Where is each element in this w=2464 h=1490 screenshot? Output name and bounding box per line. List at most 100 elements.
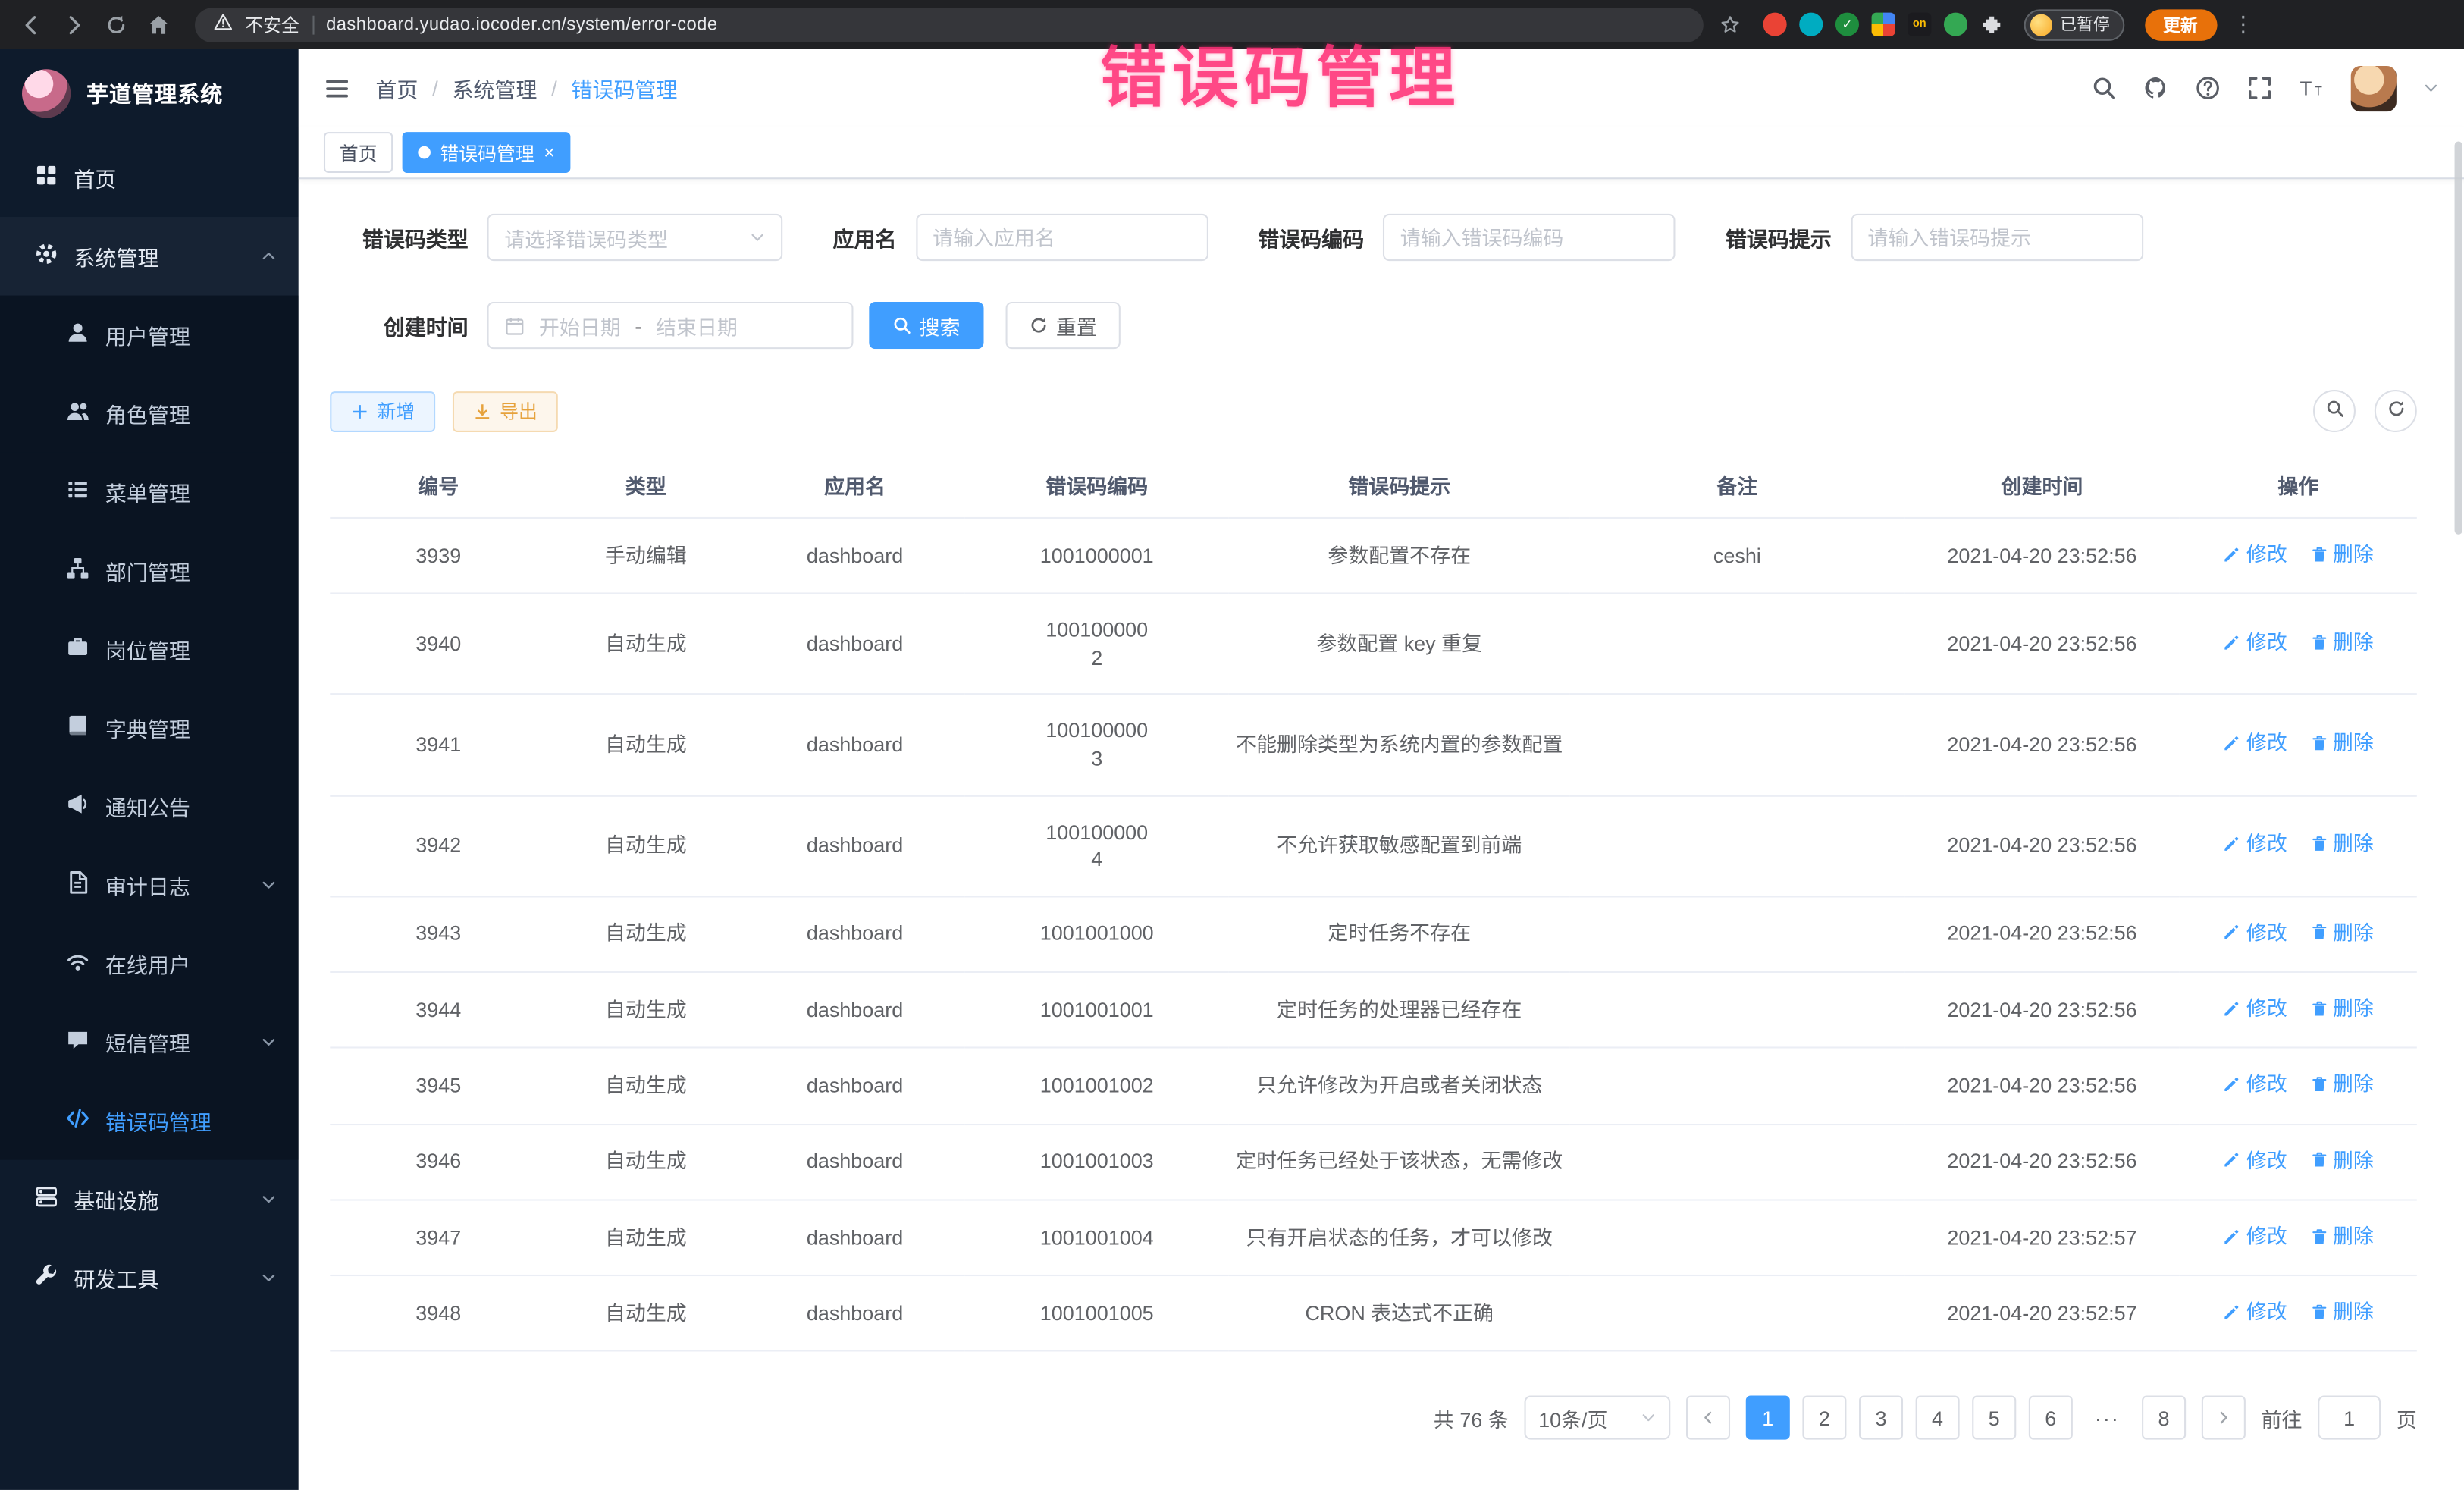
sidebar-item-错误码管理[interactable]: 错误码管理 bbox=[0, 1081, 299, 1160]
sidebar-item-用户管理[interactable]: 用户管理 bbox=[0, 296, 299, 375]
breadcrumb-system[interactable]: 系统管理 bbox=[452, 72, 537, 103]
sidebar-item-部门管理[interactable]: 部门管理 bbox=[0, 532, 299, 610]
page-button-1[interactable]: 1 bbox=[1746, 1397, 1790, 1441]
error-code-input[interactable] bbox=[1383, 214, 1676, 261]
github-icon[interactable] bbox=[2143, 75, 2168, 100]
page-content: 错误码类型 请选择错误码类型 应用名 错误码编码 bbox=[299, 179, 2464, 1490]
next-page-button[interactable] bbox=[2202, 1397, 2246, 1441]
forward-icon[interactable] bbox=[58, 8, 89, 39]
scrollbar[interactable] bbox=[2455, 142, 2462, 535]
browser-menu-icon[interactable]: ⋮ bbox=[2227, 8, 2259, 39]
error-type-select[interactable]: 请选择错误码类型 bbox=[487, 214, 783, 261]
reset-button[interactable]: 重置 bbox=[1006, 302, 1121, 349]
reload-icon[interactable] bbox=[101, 8, 132, 39]
delete-link[interactable]: 删除 bbox=[2309, 919, 2374, 946]
sidebar-item-系统管理[interactable]: 系统管理 bbox=[0, 217, 299, 296]
export-button[interactable]: 导出 bbox=[453, 391, 558, 431]
cell-hint: 定时任务不存在 bbox=[1229, 896, 1570, 972]
edit-link[interactable]: 修改 bbox=[2223, 995, 2287, 1022]
extension-icon[interactable]: ✓ bbox=[1835, 13, 1859, 36]
chevron-down-icon bbox=[261, 1270, 277, 1286]
app-name-input[interactable] bbox=[915, 214, 1208, 261]
delete-link[interactable]: 删除 bbox=[2309, 1147, 2374, 1174]
cell-remark bbox=[1570, 1048, 1904, 1124]
page-button-3[interactable]: 3 bbox=[1859, 1397, 1903, 1441]
sidebar-item-岗位管理[interactable]: 岗位管理 bbox=[0, 610, 299, 689]
goto-page-input[interactable] bbox=[2318, 1397, 2381, 1441]
edit-link[interactable]: 修改 bbox=[2223, 830, 2287, 858]
trash-icon bbox=[2309, 734, 2328, 753]
edit-link[interactable]: 修改 bbox=[2223, 629, 2287, 657]
page-button-5[interactable]: 5 bbox=[1972, 1397, 2016, 1441]
extension-icon[interactable]: on bbox=[1908, 13, 1931, 36]
edit-link[interactable]: 修改 bbox=[2223, 919, 2287, 946]
cell-type: 自动生成 bbox=[547, 1048, 745, 1124]
edit-link[interactable]: 修改 bbox=[2223, 1222, 2287, 1250]
error-hint-input[interactable] bbox=[1851, 214, 2143, 261]
font-size-icon[interactable]: TT bbox=[2299, 75, 2324, 100]
refresh-table-button[interactable] bbox=[2375, 390, 2417, 432]
extensions-puzzle-icon[interactable] bbox=[1980, 13, 2004, 36]
extension-icon[interactable] bbox=[1944, 13, 1967, 36]
delete-link[interactable]: 删除 bbox=[2309, 1071, 2374, 1098]
page-button-2[interactable]: 2 bbox=[1802, 1397, 1846, 1441]
sidebar-item-短信管理[interactable]: 短信管理 bbox=[0, 1002, 299, 1081]
sidebar-item-研发工具[interactable]: 研发工具 bbox=[0, 1238, 299, 1317]
page-ellipsis[interactable]: ··· bbox=[2085, 1397, 2129, 1441]
delete-link[interactable]: 删除 bbox=[2309, 1222, 2374, 1250]
update-button[interactable]: 更新 bbox=[2144, 8, 2216, 39]
add-button[interactable]: 新增 bbox=[330, 391, 435, 431]
toggle-search-button[interactable] bbox=[2313, 390, 2356, 432]
delete-link[interactable]: 删除 bbox=[2309, 995, 2374, 1022]
delete-link[interactable]: 删除 bbox=[2309, 830, 2374, 858]
sidebar-item-角色管理[interactable]: 角色管理 bbox=[0, 374, 299, 453]
sidebar-item-审计日志[interactable]: 审计日志 bbox=[0, 845, 299, 924]
delete-link[interactable]: 删除 bbox=[2309, 541, 2374, 568]
delete-link[interactable]: 删除 bbox=[2309, 729, 2374, 757]
column-header: 错误码编码 bbox=[965, 453, 1229, 518]
sidebar-item-基础设施[interactable]: 基础设施 bbox=[0, 1160, 299, 1239]
browser-home-icon[interactable] bbox=[143, 8, 174, 39]
delete-link[interactable]: 删除 bbox=[2309, 1298, 2374, 1325]
edit-link[interactable]: 修改 bbox=[2223, 1147, 2287, 1174]
app-logo[interactable]: 芋道管理系统 bbox=[0, 49, 299, 138]
edit-link[interactable]: 修改 bbox=[2223, 1071, 2287, 1098]
edit-link[interactable]: 修改 bbox=[2223, 541, 2287, 568]
sidebar-item-字典管理[interactable]: 字典管理 bbox=[0, 689, 299, 767]
delete-link[interactable]: 删除 bbox=[2309, 629, 2374, 657]
page-size-select[interactable]: 10条/页 bbox=[1524, 1397, 1670, 1441]
search-icon bbox=[892, 316, 911, 335]
chevron-down-icon[interactable] bbox=[2423, 80, 2439, 96]
extension-icon[interactable] bbox=[1799, 13, 1823, 36]
extension-icon[interactable] bbox=[1872, 13, 1895, 36]
tab-error-code[interactable]: 错误码管理 × bbox=[403, 132, 571, 173]
page-button-8[interactable]: 8 bbox=[2142, 1397, 2186, 1441]
search-button[interactable]: 搜索 bbox=[869, 302, 983, 349]
edit-icon bbox=[2223, 835, 2242, 854]
search-icon[interactable] bbox=[2092, 75, 2117, 100]
hamburger-icon[interactable] bbox=[324, 74, 350, 101]
close-icon[interactable]: × bbox=[544, 143, 555, 162]
edit-link[interactable]: 修改 bbox=[2223, 729, 2287, 757]
edit-link[interactable]: 修改 bbox=[2223, 1298, 2287, 1325]
column-header: 备注 bbox=[1570, 453, 1904, 518]
date-range-picker[interactable]: 开始日期 - 结束日期 bbox=[487, 302, 854, 349]
profile-chip[interactable]: 已暂停 bbox=[2024, 8, 2124, 39]
page-button-6[interactable]: 6 bbox=[2029, 1397, 2073, 1441]
user-avatar[interactable] bbox=[2351, 65, 2397, 111]
fullscreen-icon[interactable] bbox=[2247, 75, 2272, 100]
bookmark-star-icon[interactable] bbox=[1714, 8, 1745, 39]
back-icon[interactable] bbox=[16, 8, 47, 39]
address-bar[interactable]: 不安全 dashboard.yudao.iocoder.cn/system/er… bbox=[195, 7, 1704, 42]
page-button-4[interactable]: 4 bbox=[1916, 1397, 1960, 1441]
help-icon[interactable] bbox=[2196, 75, 2221, 100]
sidebar-item-通知公告[interactable]: 通知公告 bbox=[0, 767, 299, 845]
tab-home[interactable]: 首页 bbox=[324, 132, 393, 173]
prev-page-button[interactable] bbox=[1686, 1397, 1730, 1441]
sidebar-item-菜单管理[interactable]: 菜单管理 bbox=[0, 453, 299, 532]
extension-icon[interactable] bbox=[1763, 13, 1787, 36]
refresh-icon bbox=[1030, 316, 1049, 335]
sidebar-item-在线用户[interactable]: 在线用户 bbox=[0, 924, 299, 1003]
breadcrumb-home[interactable]: 首页 bbox=[375, 72, 418, 103]
sidebar-item-首页[interactable]: 首页 bbox=[0, 138, 299, 217]
